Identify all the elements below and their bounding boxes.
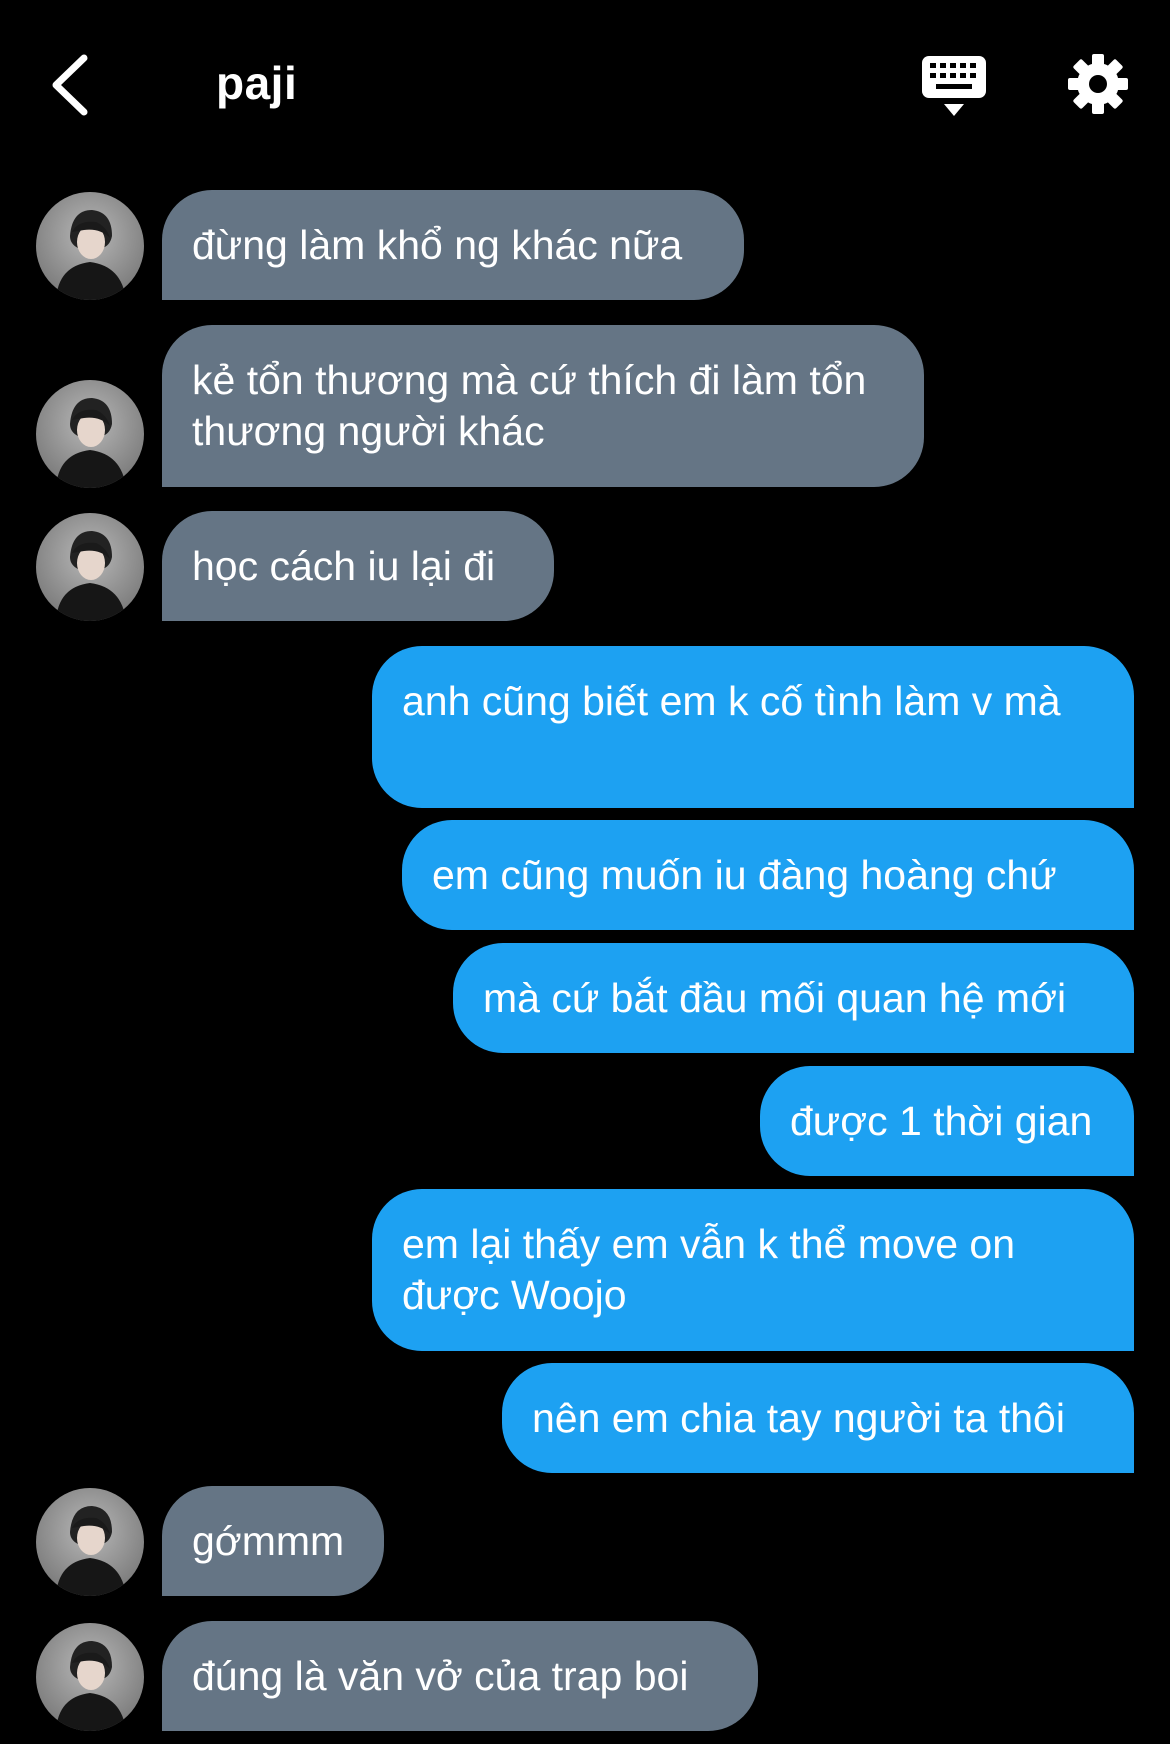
- message-bubble-outgoing[interactable]: nên em chia tay người ta thôi: [502, 1363, 1134, 1473]
- message-bubble-incoming[interactable]: học cách iu lại đi: [162, 511, 554, 621]
- avatar[interactable]: [36, 1488, 144, 1596]
- avatar-image: [56, 398, 126, 488]
- keyboard-button[interactable]: [920, 52, 988, 122]
- avatar[interactable]: [36, 1623, 144, 1731]
- gear-icon: [1068, 54, 1128, 114]
- avatar[interactable]: [36, 192, 144, 300]
- message-bubble-incoming[interactable]: đúng là văn vở của trap boi: [162, 1621, 758, 1731]
- avatar-image: [56, 531, 126, 621]
- back-button[interactable]: [40, 50, 100, 120]
- message-bubble-outgoing[interactable]: anh cũng biết em k cố tình làm v mà: [372, 646, 1134, 808]
- conversation-title[interactable]: paji: [216, 56, 297, 110]
- avatar-image: [56, 210, 126, 300]
- chevron-left-icon: [52, 54, 88, 116]
- message-bubble-outgoing[interactable]: em lại thấy em vẫn k thể move on được Wo…: [372, 1189, 1134, 1351]
- avatar[interactable]: [36, 380, 144, 488]
- settings-button[interactable]: [1066, 52, 1130, 116]
- message-bubble-outgoing[interactable]: được 1 thời gian: [760, 1066, 1134, 1176]
- conversation-header: paji: [0, 0, 1170, 170]
- avatar-image: [56, 1641, 126, 1731]
- message-bubble-incoming[interactable]: đừng làm khổ ng khác nữa: [162, 190, 744, 300]
- avatar-image: [56, 1506, 126, 1596]
- avatar[interactable]: [36, 513, 144, 621]
- message-bubble-outgoing[interactable]: em cũng muốn iu đàng hoàng chứ: [402, 820, 1134, 930]
- message-bubble-outgoing[interactable]: mà cứ bắt đầu mối quan hệ mới: [453, 943, 1134, 1053]
- keyboard-icon: [922, 56, 986, 116]
- message-bubble-incoming[interactable]: gớmmm: [162, 1486, 384, 1596]
- message-bubble-incoming[interactable]: kẻ tổn thương mà cứ thích đi làm tổn thư…: [162, 325, 924, 487]
